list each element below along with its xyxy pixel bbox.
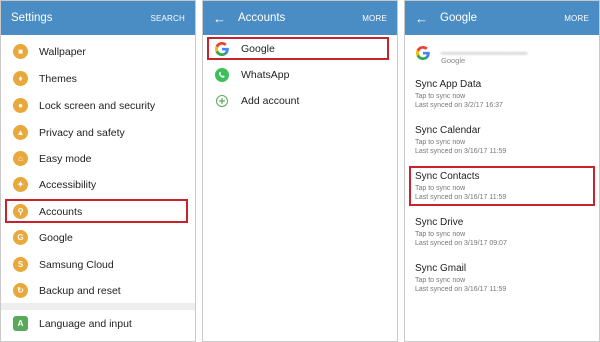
sync-item-status: Tap to sync now [415,93,466,100]
more-button[interactable]: MORE [362,14,387,23]
sync-item-title: Sync App Data [415,79,482,90]
backup-icon: ↻ [13,283,28,298]
settings-item-lock-screen[interactable]: ● Lock screen and security [1,92,195,119]
settings-app-bar: Settings SEARCH [1,1,195,35]
search-button[interactable]: SEARCH [150,14,185,23]
google-icon [415,45,431,66]
account-email-redacted: ▁▁▁▁▁▁▁▁▁▁▁▁▁▁ [441,45,528,54]
sync-item-status: Tap to sync now [415,231,466,238]
settings-item-wallpaper[interactable]: ■ Wallpaper [1,38,195,65]
sync-item-last-synced: Last synced on 3/16/17 11:59 [415,147,507,155]
sync-item-title: Sync Calendar [415,125,481,136]
privacy-icon: ▲ [13,125,28,140]
settings-item-samsung-cloud[interactable]: S Samsung Cloud [1,251,195,278]
settings-item-accessibility[interactable]: ✦ Accessibility [1,171,195,198]
google-title: Google [440,12,478,24]
settings-item-label: Accessibility [39,178,97,191]
settings-list: ■ Wallpaper ♦ Themes ● Lock screen and s… [1,35,195,341]
language-icon: A [13,316,28,331]
sync-item-last-synced: Last synced on 3/16/17 11:59 [415,285,507,293]
settings-item-language[interactable]: A Language and input [1,310,195,337]
sync-item-title: Sync Drive [415,217,464,228]
account-header: ▁▁▁▁▁▁▁▁▁▁▁▁▁▁ Google [405,35,599,75]
sync-item-last-synced: Last synced on 3/19/17 09:07 [415,239,507,247]
settings-item-google[interactable]: G Google [1,224,195,251]
settings-item-label: Wallpaper [39,45,86,58]
settings-item-label: Google [39,231,73,244]
section-divider [1,303,195,310]
google-app-bar: ← Google MORE [405,1,599,35]
sync-item-title: Sync Gmail [415,263,467,274]
account-item-label: Add account [241,94,300,107]
sync-contacts-highlight-box [409,166,595,206]
sync-item-status: Tap to sync now [415,277,466,284]
account-item-label: WhatsApp [241,68,290,81]
account-item-whatsapp[interactable]: WhatsApp [203,61,397,88]
easy-mode-icon: ⌂ [13,151,28,166]
accessibility-icon: ✦ [13,177,28,192]
whatsapp-icon [213,66,231,84]
settings-item-easy-mode[interactable]: ⌂ Easy mode [1,145,195,172]
add-account-button[interactable]: Add account [203,87,397,114]
settings-item-privacy[interactable]: ▲ Privacy and safety [1,119,195,146]
account-type: Google [441,56,466,65]
accounts-highlight-box [5,199,188,223]
google-icon: G [13,230,28,245]
sync-item-calendar[interactable]: Sync Calendar Tap to sync now Last synce… [415,121,593,165]
settings-item-label: Easy mode [39,152,92,165]
accounts-list: Google WhatsApp Add account [203,35,397,341]
settings-item-themes[interactable]: ♦ Themes [1,65,195,92]
more-button[interactable]: MORE [564,14,589,23]
sync-item-last-synced: Last synced on 3/2/17 16:37 [415,101,503,109]
settings-item-label: Themes [39,72,77,85]
settings-item-label: Backup and reset [39,284,121,297]
google-sync-screen: ← Google MORE ▁▁▁▁▁▁▁▁▁▁▁▁▁▁ Google Sync… [404,0,600,342]
back-arrow-icon[interactable]: ← [415,12,428,25]
accounts-title: Accounts [238,12,286,24]
samsung-cloud-icon: S [13,257,28,272]
themes-icon: ♦ [13,71,28,86]
sync-item-gmail[interactable]: Sync Gmail Tap to sync now Last synced o… [415,259,593,303]
lock-icon: ● [13,98,28,113]
settings-title: Settings [11,12,53,24]
back-arrow-icon[interactable]: ← [213,12,226,25]
settings-item-label: Samsung Cloud [39,258,114,271]
settings-item-label: Privacy and safety [39,126,125,139]
settings-item-label: Lock screen and security [39,99,156,112]
google-highlight-box [207,37,389,60]
add-icon [213,92,231,110]
sync-item-drive[interactable]: Sync Drive Tap to sync now Last synced o… [415,213,593,257]
settings-screen: Settings SEARCH ■ Wallpaper ♦ Themes ● L… [0,0,196,342]
sync-item-app-data[interactable]: Sync App Data Tap to sync now Last synce… [415,75,593,119]
sync-item-status: Tap to sync now [415,139,466,146]
accounts-screen: ← Accounts MORE Google WhatsApp Add acco… [202,0,398,342]
accounts-app-bar: ← Accounts MORE [203,1,397,35]
wallpaper-icon: ■ [13,44,28,59]
settings-item-label: Language and input [39,317,132,330]
settings-item-backup[interactable]: ↻ Backup and reset [1,277,195,304]
